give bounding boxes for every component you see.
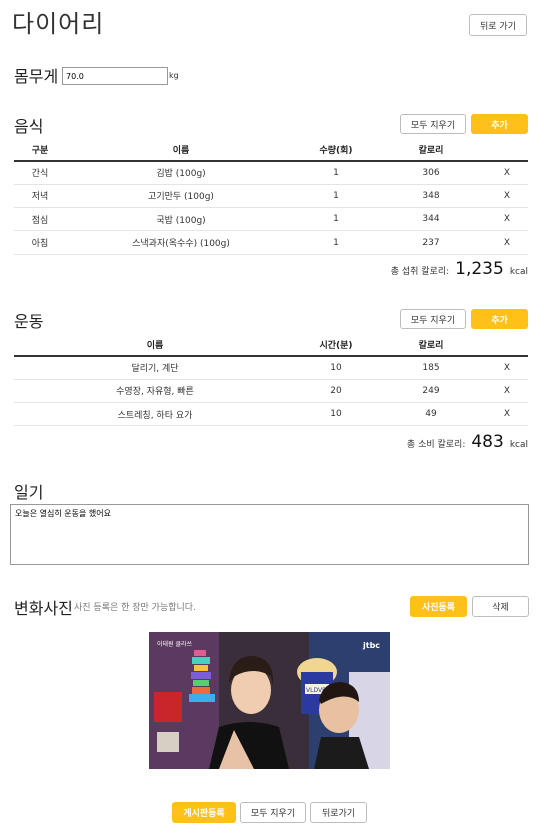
exercise-table: 이름 시간(분) 칼로리 달리기, 계단 10 185 X 수영장, 자유형, … bbox=[14, 334, 528, 427]
food-section-title: 음식 bbox=[14, 117, 44, 136]
exercise-name: 달리기, 계단 bbox=[14, 356, 296, 380]
exercise-kcal: 185 bbox=[376, 356, 486, 380]
diary-section-title: 일기 bbox=[14, 483, 44, 502]
exercise-clear-button[interactable]: 모두 지우기 bbox=[400, 309, 466, 329]
delete-row-button[interactable]: X bbox=[486, 207, 528, 232]
food-total-value: 1,235 bbox=[455, 259, 504, 279]
page-title: 다이어리 bbox=[12, 10, 105, 38]
exercise-add-button[interactable]: 추가 bbox=[471, 309, 528, 329]
food-qty: 1 bbox=[296, 161, 376, 185]
diary-textarea[interactable]: 오늘은 열심히 운동을 했어요 bbox=[10, 504, 529, 565]
food-kcal: 306 bbox=[376, 161, 486, 185]
footer-back-button[interactable]: 뒤로가기 bbox=[310, 802, 367, 823]
food-kcal: 237 bbox=[376, 230, 486, 255]
photo-overlay-right: jtbc bbox=[362, 641, 380, 650]
table-row: 수영장, 자유형, 빠른 20 249 X bbox=[14, 379, 528, 404]
progress-photo: VLDVRY 이태원 클라쓰 jtbc bbox=[149, 632, 390, 769]
food-col-name: 이름 bbox=[66, 139, 296, 162]
delete-row-button[interactable]: X bbox=[486, 402, 528, 427]
table-row: 스트레칭, 하타 요가 10 49 X bbox=[14, 402, 528, 427]
exercise-time: 10 bbox=[296, 402, 376, 427]
weight-input[interactable] bbox=[62, 67, 168, 85]
food-kcal: 348 bbox=[376, 184, 486, 209]
exercise-col-name: 이름 bbox=[14, 334, 296, 357]
delete-row-button[interactable]: X bbox=[486, 379, 528, 404]
food-col-kcal: 칼로리 bbox=[376, 139, 486, 162]
photo-upload-button[interactable]: 사진등록 bbox=[410, 596, 467, 617]
delete-row-button[interactable]: X bbox=[486, 230, 528, 255]
photo-section-title: 변화사진 bbox=[14, 599, 73, 618]
food-table-header: 구분 이름 수량(회) 칼로리 bbox=[14, 139, 528, 162]
clear-all-button[interactable]: 모두 지우기 bbox=[240, 802, 306, 823]
weight-unit: kg bbox=[169, 71, 179, 80]
exercise-time: 10 bbox=[296, 356, 376, 380]
delete-row-button[interactable]: X bbox=[486, 356, 528, 380]
food-add-button[interactable]: 추가 bbox=[471, 114, 528, 134]
food-total: 총 섭취 칼로리: 1,235 kcal bbox=[391, 259, 528, 279]
food-clear-button[interactable]: 모두 지우기 bbox=[400, 114, 466, 134]
food-name: 스낵과자(옥수수) (100g) bbox=[66, 230, 296, 255]
exercise-kcal: 49 bbox=[376, 402, 486, 427]
food-name: 김밥 (100g) bbox=[66, 161, 296, 185]
exercise-total: 총 소비 칼로리: 483 kcal bbox=[407, 432, 528, 452]
food-qty: 1 bbox=[296, 207, 376, 232]
exercise-total-unit: kcal bbox=[509, 440, 528, 450]
exercise-section-title: 운동 bbox=[14, 312, 44, 331]
exercise-table-header: 이름 시간(분) 칼로리 bbox=[14, 334, 528, 357]
food-type: 간식 bbox=[14, 161, 66, 185]
food-col-qty: 수량(회) bbox=[296, 139, 376, 162]
exercise-col-kcal: 칼로리 bbox=[376, 334, 486, 357]
table-row: 간식 김밥 (100g) 1 306 X bbox=[14, 161, 528, 185]
photo-delete-button[interactable]: 삭제 bbox=[472, 596, 529, 617]
food-type: 저녁 bbox=[14, 184, 66, 209]
table-row: 점심 국밥 (100g) 1 344 X bbox=[14, 207, 528, 232]
food-col-type: 구분 bbox=[14, 139, 66, 162]
food-name: 고기만두 (100g) bbox=[66, 184, 296, 209]
food-type: 점심 bbox=[14, 207, 66, 232]
delete-row-button[interactable]: X bbox=[486, 184, 528, 209]
table-row: 아침 스낵과자(옥수수) (100g) 1 237 X bbox=[14, 230, 528, 255]
exercise-col-delete bbox=[486, 334, 528, 357]
food-type: 아침 bbox=[14, 230, 66, 255]
table-row: 저녁 고기만두 (100g) 1 348 X bbox=[14, 184, 528, 209]
delete-row-button[interactable]: X bbox=[486, 161, 528, 185]
food-total-unit: kcal bbox=[509, 267, 528, 277]
food-total-label: 총 섭취 칼로리: bbox=[390, 267, 450, 277]
food-table: 구분 이름 수량(회) 칼로리 간식 김밥 (100g) 1 306 X 저녁 … bbox=[14, 139, 528, 255]
food-col-delete bbox=[486, 139, 528, 162]
photo-hint: 사진 등록은 한 장만 가능합니다. bbox=[74, 603, 196, 613]
exercise-name: 수영장, 자유형, 빠른 bbox=[14, 379, 296, 404]
food-qty: 1 bbox=[296, 230, 376, 255]
exercise-total-value: 483 bbox=[471, 432, 504, 452]
exercise-kcal: 249 bbox=[376, 379, 486, 404]
food-name: 국밥 (100g) bbox=[66, 207, 296, 232]
weight-label: 몸무게 bbox=[14, 67, 59, 86]
exercise-time: 20 bbox=[296, 379, 376, 404]
table-row: 달리기, 계단 10 185 X bbox=[14, 356, 528, 380]
progress-photo-image: VLDVRY 이태원 클라쓰 jtbc bbox=[149, 632, 390, 769]
exercise-name: 스트레칭, 하타 요가 bbox=[14, 402, 296, 427]
exercise-total-label: 총 소비 칼로리: bbox=[406, 440, 466, 450]
exercise-col-time: 시간(분) bbox=[296, 334, 376, 357]
photo-overlay-left: 이태원 클라쓰 bbox=[157, 640, 193, 648]
back-button[interactable]: 뒤로 가기 bbox=[469, 14, 527, 36]
food-qty: 1 bbox=[296, 184, 376, 209]
submit-board-button[interactable]: 게시판등록 bbox=[172, 802, 236, 823]
food-kcal: 344 bbox=[376, 207, 486, 232]
